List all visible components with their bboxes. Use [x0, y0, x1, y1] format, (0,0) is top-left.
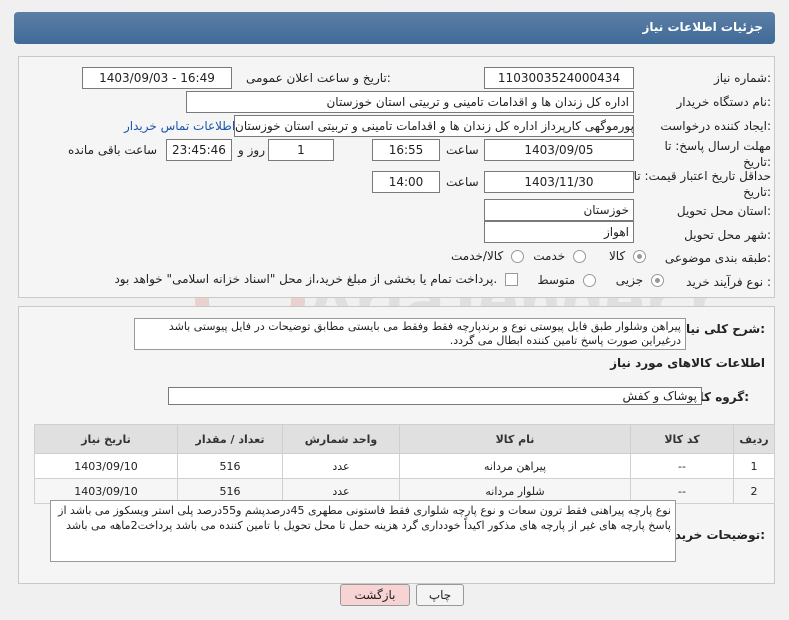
- description-label: شرح کلی نیاز:: [679, 322, 765, 336]
- province-field[interactable]: خوزستان: [484, 199, 634, 221]
- table-header-row: ردیف کد کالا نام کالا واحد شمارش تعداد /…: [34, 424, 775, 454]
- goods-group-field[interactable]: پوشاک و کفش: [168, 387, 702, 405]
- print-button[interactable]: چاپ: [416, 584, 464, 606]
- days-count-field[interactable]: 1: [268, 139, 334, 161]
- price-time-field[interactable]: 14:00: [372, 171, 440, 193]
- cell-name: پیراهن مردانه: [399, 453, 631, 479]
- need-number-field[interactable]: 1103003524000434: [484, 67, 634, 89]
- creator-label: ایجاد کننده درخواست:: [660, 119, 771, 133]
- goods-table: ردیف کد کالا نام کالا واحد شمارش تعداد /…: [34, 424, 775, 504]
- category-radio-both[interactable]: کالا/خدمت: [440, 249, 524, 263]
- category-radio-service[interactable]: خدمت: [530, 249, 586, 263]
- back-button[interactable]: بازگشت: [340, 584, 410, 606]
- send-date-field[interactable]: 1403/09/05: [484, 139, 634, 161]
- price-validity-label: حداقل تاریخ اعتبار قیمت: تا تاریخ:: [633, 169, 771, 199]
- buyer-notes-textarea[interactable]: نوع پارچه پیراهنی فقط ترون سعات و نوع پا…: [50, 500, 676, 562]
- remaining-time-field[interactable]: 23:45:46: [166, 139, 232, 161]
- radio-icon: [651, 274, 664, 287]
- buyer-contact-link[interactable]: اطلاعات تماس خریدار: [124, 119, 235, 133]
- radio-icon: [583, 274, 596, 287]
- process-label: نوع فرآیند خرید :: [686, 275, 771, 289]
- process-radio-minor[interactable]: جزیی: [600, 273, 664, 287]
- city-field[interactable]: اهواز: [484, 221, 634, 243]
- radio-icon: [633, 250, 646, 263]
- col-date: تاریخ نیاز: [34, 424, 178, 454]
- description-textarea[interactable]: پیراهن وشلوار طبق فایل پیوستی نوع و برند…: [134, 318, 686, 350]
- buyer-notes-label: توضیحات خریدار:: [663, 528, 765, 542]
- need-number-label: شماره نیاز:: [713, 71, 771, 85]
- cell-code: --: [630, 453, 734, 479]
- price-date-field[interactable]: 1403/11/30: [484, 171, 634, 193]
- send-time-label: ساعت: [446, 143, 479, 157]
- cell-row: 2: [733, 478, 775, 504]
- cell-row: 1: [733, 453, 775, 479]
- table-row[interactable]: 1 -- پیراهن مردانه عدد 516 1403/09/10: [34, 453, 775, 479]
- category-label: طبقه بندی موضوعی:: [664, 251, 771, 265]
- cell-unit: عدد: [282, 453, 400, 479]
- province-label: استان محل تحویل:: [676, 204, 771, 218]
- col-qty: تعداد / مقدار: [177, 424, 283, 454]
- radio-icon: [511, 250, 524, 263]
- announce-label: تاریخ و ساعت اعلان عمومی:: [246, 71, 391, 85]
- process-radio-medium[interactable]: متوسط: [524, 273, 596, 287]
- payment-checkbox[interactable]: پرداخت تمام یا بخشی از مبلغ خرید،از محل …: [98, 272, 518, 286]
- category-radio-goods[interactable]: کالا: [590, 249, 646, 263]
- announce-field[interactable]: 1403/09/03 - 16:49: [82, 67, 232, 89]
- city-label: شهر محل تحویل:: [684, 228, 771, 242]
- cell-qty: 516: [177, 453, 283, 479]
- cell-date: 1403/09/10: [34, 453, 178, 479]
- col-row: ردیف: [733, 424, 775, 454]
- radio-icon: [573, 250, 586, 263]
- col-unit: واحد شمارش: [282, 424, 400, 454]
- price-time-label: ساعت: [446, 175, 479, 189]
- col-code: کد کالا: [630, 424, 734, 454]
- creator-field[interactable]: مجید درویش پورموگهی کارپرداز اداره کل زن…: [234, 115, 634, 137]
- checkbox-icon: [505, 273, 518, 286]
- send-deadline-label: مهلت ارسال پاسخ: تا تاریخ:: [664, 139, 771, 169]
- goods-section-title: اطلاعات کالاهای مورد نیاز: [610, 356, 765, 370]
- send-time-field[interactable]: 16:55: [372, 139, 440, 161]
- days-label: روز و: [238, 143, 265, 157]
- page-header: جزئیات اطلاعات نیاز: [14, 12, 775, 44]
- col-name: نام کالا: [399, 424, 631, 454]
- buyer-org-label: نام دستگاه خریدار:: [676, 95, 772, 109]
- page-title: جزئیات اطلاعات نیاز: [642, 20, 763, 34]
- remaining-label: ساعت باقی مانده: [68, 143, 158, 157]
- buyer-org-field[interactable]: اداره کل زندان ها و اقدامات تامینی و ترب…: [186, 91, 634, 113]
